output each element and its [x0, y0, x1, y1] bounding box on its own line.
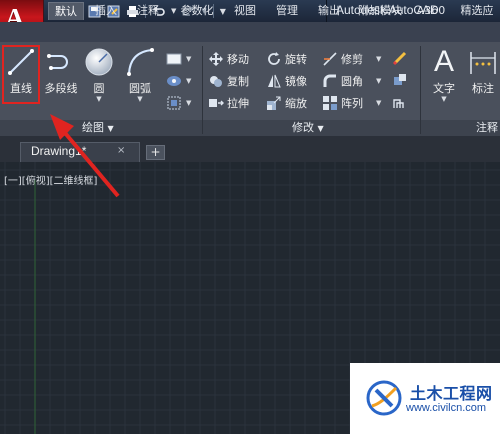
stretch-tool-button[interactable]: 拉伸 — [208, 94, 249, 112]
rotate-icon — [268, 52, 280, 65]
close-icon[interactable]: × — [117, 145, 125, 156]
dimension-icon — [470, 52, 496, 74]
viewport-controls-label[interactable]: [一][俯视][二维线框] — [4, 172, 97, 187]
watermark-logo-icon — [366, 380, 402, 416]
dimension-tool-label: 标注 — [472, 82, 494, 95]
chevron-down-icon: ▼ — [317, 124, 324, 133]
tab-home[interactable]: 默认 — [48, 2, 84, 20]
watermark-name: 土木工程网 — [410, 384, 493, 403]
explode-icon[interactable] — [392, 72, 408, 88]
scale-tool-label: 缩放 — [285, 97, 307, 110]
tab-a360[interactable]: A360 — [412, 2, 450, 20]
chevron-down-icon[interactable]: ▼ — [122, 95, 158, 103]
watermark-url: www.civilcn.com — [406, 402, 487, 414]
chevron-down-icon[interactable]: ▼ — [376, 55, 381, 63]
circle-tool-button[interactable]: 圆 ▼ — [82, 46, 116, 103]
annotation-panel-title[interactable]: 注释 — [476, 121, 498, 135]
panel-separator — [420, 46, 421, 134]
rotate-tool-button[interactable]: 旋转 — [266, 50, 307, 68]
array-icon — [323, 96, 337, 110]
circle-icon — [85, 48, 113, 76]
arc-icon — [127, 48, 154, 76]
rectangle-icon[interactable] — [166, 52, 182, 66]
mirror-tool-button[interactable]: 镜像 — [266, 72, 307, 90]
circle-tool-label: 圆 — [93, 82, 105, 95]
chevron-down-icon[interactable]: ▼ — [186, 77, 191, 85]
stretch-tool-label: 拉伸 — [227, 97, 249, 110]
arc-tool-label: 圆弧 — [129, 82, 151, 95]
mirror-icon — [268, 74, 281, 88]
text-icon: A — [433, 45, 454, 78]
tab-output[interactable]: 输出 — [310, 2, 348, 20]
chevron-down-icon[interactable]: ▼ — [186, 55, 191, 63]
panel-title-strip — [0, 120, 500, 136]
file-tab-label: Drawing1* — [31, 144, 87, 158]
trim-tool-button[interactable]: 修剪 — [322, 50, 363, 68]
dimension-tool-button[interactable]: 标注 — [466, 46, 500, 95]
polyline-icon — [47, 54, 68, 70]
offset-icon[interactable] — [392, 94, 408, 110]
move-icon — [209, 52, 223, 66]
array-tool-label: 阵列 — [341, 97, 363, 110]
fillet-icon — [323, 74, 336, 87]
move-tool-label: 移动 — [227, 53, 249, 66]
chevron-down-icon[interactable]: ▼ — [186, 99, 191, 107]
draw-panel-title-label: 绘图 — [82, 121, 104, 134]
tab-view[interactable]: 视图 — [226, 2, 264, 20]
boundary-icon[interactable] — [166, 96, 182, 110]
modify-panel-title-label: 修改 — [292, 121, 314, 134]
erase-icon[interactable] — [392, 50, 408, 66]
tab-manage[interactable]: 管理 — [268, 2, 306, 20]
hatch-icon[interactable] — [166, 74, 182, 88]
scale-icon — [267, 96, 281, 110]
text-tool-label: 文字 — [433, 82, 455, 95]
mirror-tool-label: 镜像 — [285, 75, 307, 88]
tab-annotate[interactable]: 注释 — [128, 2, 168, 20]
copy-tool-button[interactable]: 复制 — [208, 72, 249, 90]
tab-insert[interactable]: 插入 — [86, 2, 126, 20]
rotate-tool-label: 旋转 — [285, 53, 307, 66]
chevron-down-icon[interactable]: ▼ — [376, 99, 381, 107]
new-tab-button[interactable]: + — [146, 145, 165, 160]
copy-tool-label: 复制 — [227, 75, 249, 88]
chevron-down-icon[interactable]: ▼ — [426, 95, 462, 103]
chevron-down-icon[interactable]: ▼ — [82, 95, 116, 103]
stretch-icon — [209, 99, 224, 107]
tab-parametric[interactable]: 参数化 — [172, 2, 222, 20]
scale-tool-button[interactable]: 缩放 — [266, 94, 307, 112]
copy-icon — [210, 76, 222, 87]
text-tool-button[interactable]: A 文字 ▼ — [426, 45, 462, 104]
fillet-tool-label: 圆角 — [341, 75, 363, 88]
highlight-box — [2, 45, 40, 104]
trim-tool-label: 修剪 — [341, 53, 363, 66]
tab-featured-apps[interactable]: 精选应 — [454, 2, 500, 20]
move-tool-button[interactable]: 移动 — [208, 50, 249, 68]
chevron-down-icon[interactable]: ▼ — [376, 77, 381, 85]
array-tool-button[interactable]: 阵列 — [322, 94, 363, 112]
polyline-tool-label: 多段线 — [44, 82, 78, 95]
chevron-down-icon: ▼ — [107, 124, 114, 133]
tab-addins[interactable]: 附加模块 — [352, 2, 408, 20]
modify-panel-title[interactable]: 修改 ▼ — [292, 121, 324, 136]
trim-icon — [323, 52, 337, 66]
polyline-tool-button[interactable]: 多段线 — [42, 46, 80, 95]
ribbon-tab-bar — [0, 22, 500, 42]
arc-tool-button[interactable]: 圆弧 ▼ — [122, 46, 158, 103]
draw-panel-title[interactable]: 绘图 ▼ — [82, 121, 114, 136]
fillet-tool-button[interactable]: 圆角 — [322, 72, 363, 90]
panel-separator — [202, 46, 203, 134]
